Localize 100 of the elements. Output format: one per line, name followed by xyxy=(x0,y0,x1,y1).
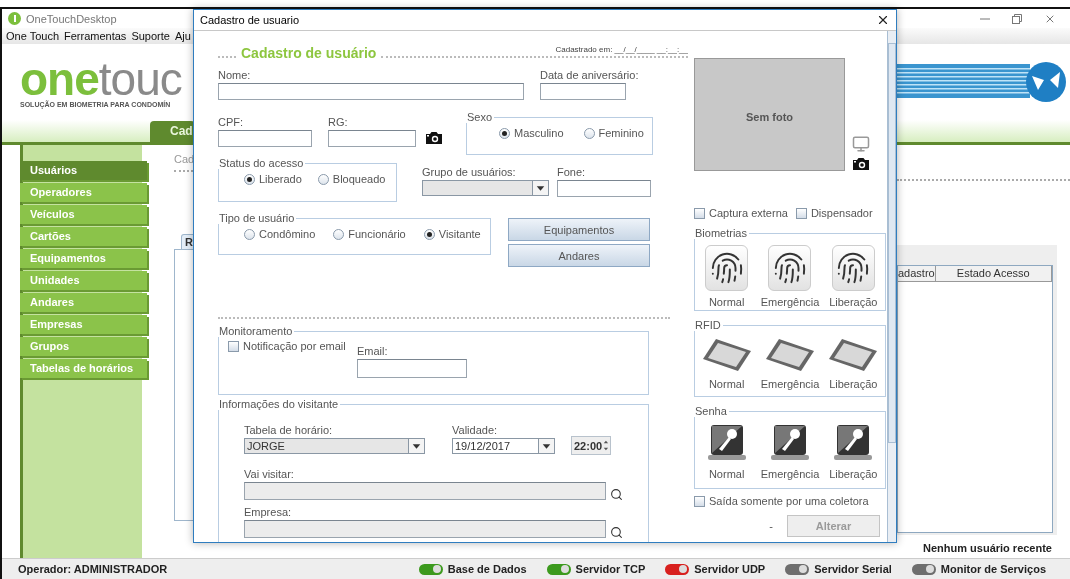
capture-label: Liberação xyxy=(829,468,878,480)
dropdown[interactable]: JORGE xyxy=(244,438,425,454)
column-header[interactable]: Estado Acesso xyxy=(935,266,1052,282)
service-label: Servidor TCP xyxy=(575,563,646,575)
radio-label: Feminino xyxy=(598,127,644,139)
time-spinner[interactable]: 22:00 xyxy=(571,436,611,455)
checkbox-label: Dispensador xyxy=(810,207,873,219)
window-title: OneTouchDesktop xyxy=(26,12,117,25)
field-label: Fone: xyxy=(557,166,587,179)
input-field[interactable] xyxy=(244,482,606,500)
radio-label: Visitante xyxy=(438,228,481,240)
input-field[interactable] xyxy=(357,359,467,378)
radio-label: Condômino xyxy=(259,228,316,240)
service-label: Monitor de Serviços xyxy=(940,563,1046,575)
caret-icon[interactable] xyxy=(408,439,424,453)
checkbox-label: Captura externa xyxy=(709,207,788,219)
capture-label: Liberação xyxy=(829,296,878,308)
checkbox[interactable] xyxy=(228,340,239,352)
menu-item[interactable]: Aju xyxy=(174,30,191,42)
field-label: Empresa: xyxy=(244,506,293,519)
group-title: Sexo xyxy=(467,112,494,123)
field-label: CPF: xyxy=(218,116,245,129)
radio-button[interactable] xyxy=(244,228,255,240)
group-title: Senha xyxy=(695,406,728,417)
radio-button[interactable] xyxy=(583,127,595,139)
recent-user-text: Nenhum usuário recente xyxy=(923,542,1052,554)
key-icon[interactable] xyxy=(706,423,747,463)
input-field[interactable] xyxy=(244,520,606,538)
search-icon[interactable] xyxy=(610,488,623,501)
sidebar-item[interactable]: Tabelas de horários xyxy=(20,359,147,378)
fingerprint-button[interactable] xyxy=(705,245,749,291)
sidebar-item[interactable]: Unidades xyxy=(20,271,147,290)
menu-item[interactable]: Suporte xyxy=(131,30,170,42)
dash-text: - xyxy=(769,520,773,532)
search-icon[interactable] xyxy=(610,526,623,539)
input-field[interactable] xyxy=(218,83,524,100)
sidebar-item[interactable]: Andares xyxy=(20,293,147,312)
menu-item[interactable]: One Touch xyxy=(6,30,59,42)
key-icon[interactable] xyxy=(833,423,874,463)
field-label: Email: xyxy=(357,345,389,358)
camera-icon[interactable] xyxy=(852,157,870,171)
caret-icon[interactable] xyxy=(538,439,554,453)
operator-label: Operador: ADMINISTRADOR xyxy=(18,563,168,575)
radio-button[interactable] xyxy=(244,173,255,185)
radio-button[interactable] xyxy=(317,173,329,185)
fingerprint-icon xyxy=(773,251,807,285)
photo-text: Sem foto xyxy=(745,111,794,123)
registered-date: Cadastrado em: __/__/____ __:__:__ xyxy=(555,45,688,54)
sidebar-item[interactable]: Usuários xyxy=(20,161,147,180)
radio-label: Liberado xyxy=(259,173,302,185)
sidebar-item[interactable]: Cartões xyxy=(20,227,147,246)
section-title: Cad xyxy=(174,153,195,165)
restore-icon[interactable] xyxy=(1012,13,1022,24)
radio-button[interactable] xyxy=(423,228,435,240)
sidebar-item[interactable]: Grupos xyxy=(20,337,147,356)
field-label: Vai visitar: xyxy=(244,468,295,481)
input-field[interactable] xyxy=(218,130,312,147)
dropdown[interactable]: 19/12/2017 xyxy=(452,438,555,454)
sidebar-item[interactable]: Operadores xyxy=(20,183,147,202)
key-icon[interactable] xyxy=(770,423,810,463)
input-field[interactable] xyxy=(557,180,651,197)
checkbox[interactable] xyxy=(795,207,807,219)
fingerprint-icon xyxy=(836,251,871,285)
form-button[interactable]: Equipamentos xyxy=(508,218,650,241)
fingerprint-button[interactable] xyxy=(768,245,812,291)
sidebar-item[interactable]: Veículos xyxy=(20,205,147,224)
card-reader-icon[interactable] xyxy=(828,337,879,373)
group-title: Tipo de usuário xyxy=(219,213,296,224)
checkbox[interactable] xyxy=(694,495,705,507)
radio-button[interactable] xyxy=(499,127,510,139)
tab[interactable]: Cad xyxy=(150,121,195,142)
checkbox-label: Notificação por email xyxy=(243,340,346,352)
capture-label: Normal xyxy=(708,296,745,308)
service-label: Servidor Serial xyxy=(814,563,892,575)
form-button[interactable]: Andares xyxy=(508,244,650,267)
input-field[interactable] xyxy=(540,83,626,100)
group-title: Monitoramento xyxy=(219,326,294,337)
capture-label: Emergência xyxy=(760,296,820,308)
sidebar-item[interactable]: Equipamentos xyxy=(20,249,147,268)
field-label: Data de aniversário: xyxy=(540,69,640,82)
capture-label: Liberação xyxy=(829,378,878,390)
field-label: Nome: xyxy=(218,69,252,82)
radio-button[interactable] xyxy=(333,228,345,240)
group-title: RFID xyxy=(695,320,722,331)
menu-item[interactable]: Ferramentas xyxy=(64,30,127,42)
input-field[interactable] xyxy=(328,130,416,147)
card-reader-icon[interactable] xyxy=(701,337,752,373)
caret-icon[interactable] xyxy=(532,181,548,195)
sidebar-item[interactable]: Empresas xyxy=(20,315,147,334)
checkbox[interactable] xyxy=(694,207,705,219)
close-icon[interactable] xyxy=(876,13,890,27)
scrollbar[interactable] xyxy=(887,31,896,542)
field-label: Grupo de usuários: xyxy=(422,166,517,179)
capture-label: Normal xyxy=(708,378,745,390)
card-reader-icon[interactable] xyxy=(765,337,815,373)
field-label: RG: xyxy=(328,116,349,129)
capture-label: Emergência xyxy=(760,378,820,390)
column-header[interactable]: adastro xyxy=(898,266,936,282)
camera-icon[interactable] xyxy=(425,131,443,145)
fingerprint-button[interactable] xyxy=(831,245,875,291)
